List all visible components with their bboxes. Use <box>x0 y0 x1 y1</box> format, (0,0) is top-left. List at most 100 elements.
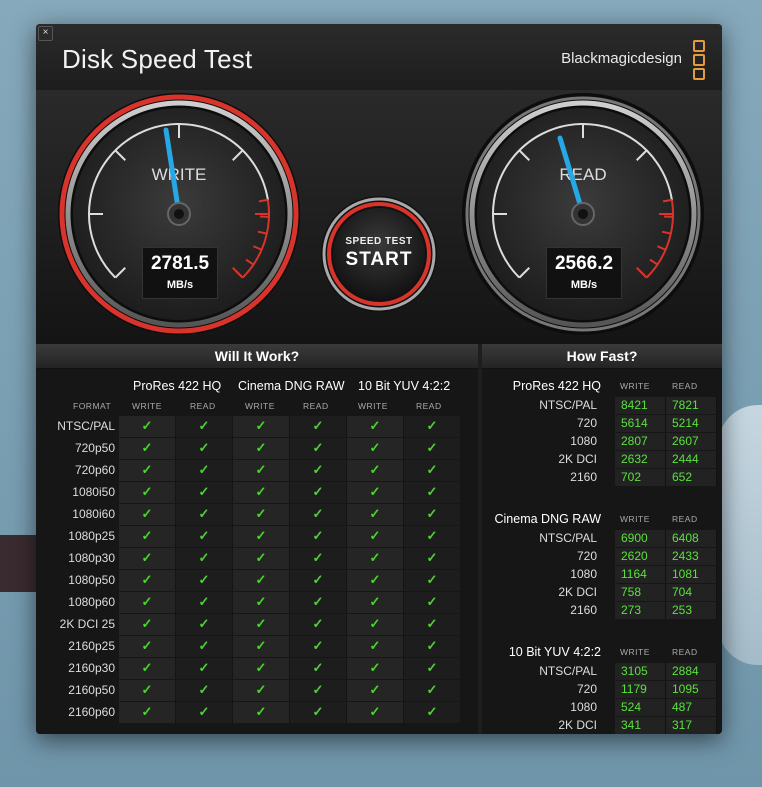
how-fast-group-header: ProRes 422 HQ <box>512 379 601 393</box>
write-fps-value: 1179 <box>621 682 647 696</box>
compatibility-cell: ✓ <box>347 702 404 723</box>
write-fps-value: 524 <box>621 700 642 714</box>
compatibility-cell: ✓ <box>176 614 233 635</box>
write-fps-value: 1164 <box>621 567 647 581</box>
format-label: 1080i60 <box>72 507 115 521</box>
check-icon: ✓ <box>198 594 210 609</box>
check-icon: ✓ <box>312 550 324 565</box>
brand-name: Blackmagicdesign <box>561 50 682 67</box>
compatibility-cell: ✓ <box>347 570 404 591</box>
compatibility-cell: ✓ <box>233 482 290 503</box>
write-speed-cell: 3105 <box>615 663 666 680</box>
format-label: 720p60 <box>74 463 115 477</box>
read-fps-value: 704 <box>672 585 693 599</box>
how-fast-group-header: Cinema DNG RAW <box>494 512 602 526</box>
group-header-cinema-dng: Cinema DNG RAW <box>238 379 345 393</box>
title-bar: × Disk Speed Test Blackmagicdesign <box>36 24 722 90</box>
subheader-write: WRITE <box>132 401 162 411</box>
compatibility-cell: ✓ <box>176 570 233 591</box>
how-fast-format-label: 1080 <box>570 700 597 714</box>
check-icon: ✓ <box>369 550 381 565</box>
compatibility-cell: ✓ <box>119 526 176 547</box>
check-icon: ✓ <box>312 462 324 477</box>
write-fps-value: 758 <box>621 585 642 599</box>
how-fast-format-label: NTSC/PAL <box>539 531 597 545</box>
compatibility-cell: ✓ <box>233 460 290 481</box>
check-icon: ✓ <box>426 550 438 565</box>
write-speed-cell: 2620 <box>615 548 666 565</box>
write-fps-value: 3105 <box>621 664 648 678</box>
format-label: 2K DCI 25 <box>59 617 115 631</box>
check-icon: ✓ <box>198 550 210 565</box>
how-fast-format-label: 2K DCI <box>558 585 597 599</box>
check-icon: ✓ <box>369 682 381 697</box>
compatibility-cell: ✓ <box>290 460 347 481</box>
check-icon: ✓ <box>369 638 381 653</box>
write-speed-unit: MB/s <box>166 279 194 291</box>
read-fps-value: 1081 <box>672 567 699 581</box>
read-fps-value: 2444 <box>672 452 699 466</box>
check-icon: ✓ <box>198 704 210 719</box>
write-gauge: WRITE <box>58 93 300 335</box>
format-label: 2160p30 <box>68 661 115 675</box>
how-fast-format-label: 720 <box>576 682 597 696</box>
read-speed-cell: 2433 <box>666 548 717 565</box>
compatibility-cell: ✓ <box>176 460 233 481</box>
how-fast-row: 2160 273 253 <box>482 602 722 620</box>
compatibility-cell: ✓ <box>404 504 461 525</box>
speed-test-start-button[interactable]: SPEED TEST START <box>319 194 439 314</box>
check-icon: ✓ <box>141 462 153 477</box>
check-icon: ✓ <box>426 660 438 675</box>
check-icon: ✓ <box>312 638 324 653</box>
check-icon: ✓ <box>141 440 153 455</box>
check-icon: ✓ <box>198 616 210 631</box>
how-fast-row: NTSC/PAL 8421 7821 <box>482 397 722 415</box>
read-speed-cell: 704 <box>666 584 717 601</box>
read-fps-value: 2433 <box>672 549 699 563</box>
format-label: 2160p60 <box>68 705 115 719</box>
compatibility-cell: ✓ <box>290 658 347 679</box>
compatibility-cell: ✓ <box>290 548 347 569</box>
read-fps-value: 253 <box>672 603 693 617</box>
how-fast-row: 1080 1164 1081 <box>482 566 722 584</box>
compatibility-cell: ✓ <box>290 636 347 657</box>
compatibility-cell: ✓ <box>119 592 176 613</box>
write-fps-value: 702 <box>621 470 642 484</box>
compatibility-cell: ✓ <box>176 592 233 613</box>
close-button[interactable]: × <box>38 26 53 41</box>
format-row: NTSC/PAL ✓ ✓ ✓ ✓ ✓ ✓ <box>36 416 478 438</box>
subheader-read: READ <box>416 401 442 411</box>
start-button-caption: SPEED TEST <box>345 236 413 247</box>
compatibility-cell: ✓ <box>119 702 176 723</box>
write-speed-cell: 341 <box>615 717 666 734</box>
how-fast-row: 720 5614 5214 <box>482 415 722 433</box>
read-gauge: READ <box>462 93 704 335</box>
check-icon: ✓ <box>312 594 324 609</box>
compatibility-cell: ✓ <box>176 548 233 569</box>
check-icon: ✓ <box>141 638 153 653</box>
compatibility-cell: ✓ <box>290 592 347 613</box>
write-fps-value: 6900 <box>621 531 648 545</box>
check-icon: ✓ <box>255 440 267 455</box>
how-fast-row: 1080 524 487 <box>482 699 722 717</box>
how-fast-row: 2K DCI 341 317 <box>482 717 722 734</box>
compatibility-cell: ✓ <box>347 504 404 525</box>
compatibility-cell: ✓ <box>176 526 233 547</box>
compatibility-cell: ✓ <box>233 636 290 657</box>
check-icon: ✓ <box>141 660 153 675</box>
write-gauge-label: WRITE <box>152 165 207 184</box>
write-speed-cell: 2807 <box>615 433 666 450</box>
compatibility-cell: ✓ <box>290 680 347 701</box>
format-row: 2160p25 ✓ ✓ ✓ ✓ ✓ ✓ <box>36 636 478 658</box>
write-fps-value: 8421 <box>621 398 648 412</box>
write-speed-cell: 1164 <box>615 566 666 583</box>
read-speed-unit: MB/s <box>570 279 598 291</box>
read-speed-value: 2566.2 <box>554 253 614 274</box>
how-fast-format-label: 2160 <box>570 470 597 484</box>
compatibility-cell: ✓ <box>404 570 461 591</box>
compatibility-cell: ✓ <box>233 438 290 459</box>
read-speed-cell: 487 <box>666 699 717 716</box>
write-speed-cell: 5614 <box>615 415 666 432</box>
compatibility-cell: ✓ <box>119 548 176 569</box>
how-fast-format-label: 1080 <box>570 434 597 448</box>
